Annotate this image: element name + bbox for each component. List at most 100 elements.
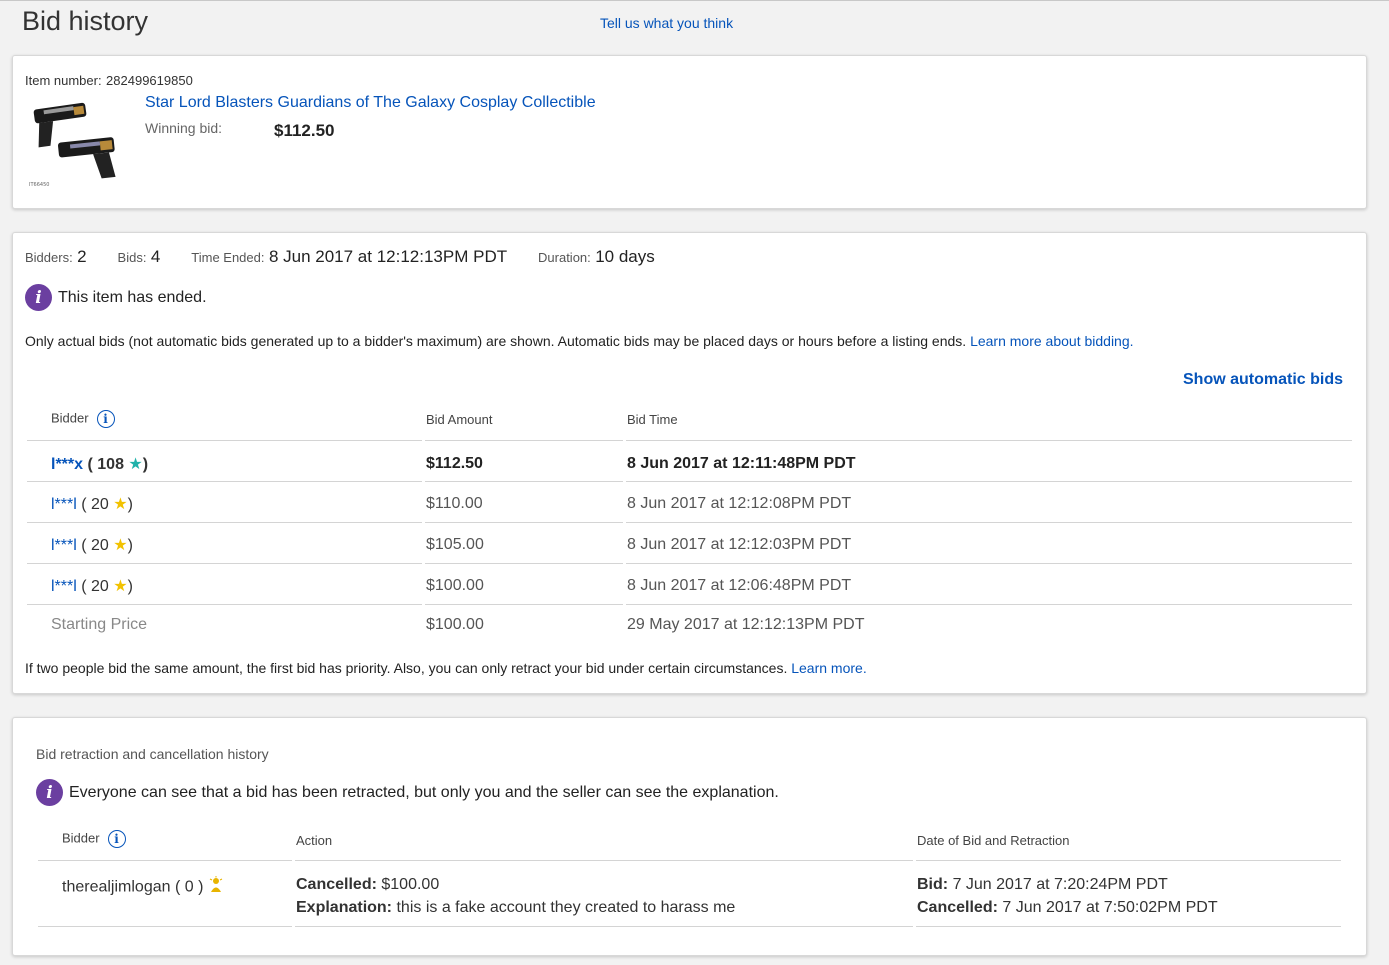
date-header: Date of Bid and Retraction <box>917 833 1070 848</box>
priority-note: If two people bid the same amount, the f… <box>25 660 867 676</box>
column-separator <box>623 393 626 605</box>
gold-star-icon: ★ <box>113 537 128 554</box>
feedback-score-link[interactable]: 108 <box>97 456 124 473</box>
item-number: Item number: 282499619850 <box>25 72 193 90</box>
feedback-close: ) <box>142 456 149 473</box>
top-border <box>0 0 1389 1</box>
retraction-bidder: therealjimlogan ( 0 ) <box>62 876 224 899</box>
bid-amount: $100.00 <box>426 577 484 594</box>
starting-price-time: 29 May 2017 at 12:12:13PM PDT <box>627 616 865 633</box>
bid-time: 8 Jun 2017 at 12:11:48PM PDT <box>627 455 856 472</box>
learn-more-bidding-link[interactable]: Learn more about bidding. <box>970 333 1133 349</box>
feedback-score-link[interactable]: 20 <box>91 537 109 554</box>
starting-price-amount: $100.00 <box>426 616 484 633</box>
bid-time: 8 Jun 2017 at 12:12:03PM PDT <box>627 536 852 553</box>
bidder-info-icon[interactable]: i <box>107 830 126 848</box>
bid-amount-header: Bid Amount <box>426 412 493 427</box>
explanation-label: Explanation: <box>296 899 393 916</box>
action-header: Action <box>296 833 333 848</box>
new-user-icon <box>208 876 224 899</box>
info-icon: i <box>36 779 63 806</box>
item-card: Item number: 282499619850 IT66450 Star L… <box>12 55 1367 209</box>
divider <box>27 563 1352 564</box>
cancelled-date: Cancelled: 7 Jun 2017 at 7:50:02PM PDT <box>917 899 1218 917</box>
bid-amount: $110.00 <box>426 495 483 512</box>
feedback-close: ) <box>127 578 133 595</box>
info-icon: i <box>25 284 52 311</box>
feedback-open: ( <box>87 456 93 473</box>
retraction-feedback-score[interactable]: ( 0 ) <box>175 879 203 896</box>
svg-text:IT66450: IT66450 <box>29 182 49 188</box>
priority-text: If two people bid the same amount, the f… <box>25 660 788 676</box>
bidder-link[interactable]: l***l <box>51 578 77 595</box>
time-ended-label: Time Ended: <box>191 250 265 265</box>
duration-value: 10 days <box>595 247 655 266</box>
feedback-close: ) <box>127 537 133 554</box>
bidder-link[interactable]: l***l <box>51 537 77 554</box>
table-row-bidder: l***x ( 108 ★) <box>51 454 148 474</box>
retraction-bidder-header-label: Bidder <box>62 830 100 846</box>
cancelled-date-label: Cancelled: <box>917 899 998 916</box>
bidder-header-label: Bidder <box>51 410 89 426</box>
divider <box>27 604 1352 605</box>
gold-star-icon: ★ <box>113 496 128 513</box>
feedback-score-link[interactable]: 20 <box>91 496 109 513</box>
winning-bid-value: $112.50 <box>274 121 335 140</box>
show-automatic-bids-link[interactable]: Show automatic bids <box>1183 371 1343 389</box>
item-thumbnail[interactable]: IT66450 <box>27 94 121 190</box>
item-number-value: 282499619850 <box>106 73 193 88</box>
bid-time: 8 Jun 2017 at 12:06:48PM PDT <box>627 577 852 594</box>
bidder-link[interactable]: l***l <box>51 496 77 513</box>
bids-count: 4 <box>150 247 161 266</box>
item-title-link[interactable]: Star Lord Blasters Guardians of The Gala… <box>145 94 596 112</box>
ended-notice: This item has ended. <box>58 289 207 306</box>
feedback-link[interactable]: Tell us what you think <box>600 15 733 31</box>
feedback-open: ( <box>81 537 87 554</box>
cancelled-label: Cancelled: <box>296 876 377 893</box>
bidder-link[interactable]: l***x <box>51 456 83 473</box>
bids-card: Bidders: 2 Bids: 4 Time Ended: 8 Jun 201… <box>12 232 1367 694</box>
bidder-info-icon[interactable]: i <box>96 410 115 428</box>
summary-bar: Bidders: 2 Bids: 4 Time Ended: 8 Jun 201… <box>25 247 655 267</box>
cancelled-date-value: 7 Jun 2017 at 7:50:02PM PDT <box>1002 899 1218 916</box>
divider <box>27 481 1352 482</box>
bid-amount: $105.00 <box>426 536 484 553</box>
table-row-bidder: l***l ( 20 ★) <box>51 494 133 514</box>
feedback-score-link[interactable]: 20 <box>91 578 109 595</box>
item-number-label: Item number: <box>25 73 102 88</box>
winning-bid-label: Winning bid: <box>145 120 223 136</box>
retraction-title: Bid retraction and cancellation history <box>36 746 269 762</box>
table-row-bidder: l***l ( 20 ★) <box>51 576 133 596</box>
bidders-count: 2 <box>77 247 87 266</box>
feedback-open: ( <box>81 578 87 595</box>
column-separator <box>292 818 295 928</box>
actual-bids-text: Only actual bids (not automatic bids gen… <box>25 333 967 349</box>
teal-star-icon: ★ <box>128 456 143 473</box>
feedback-open: ( <box>81 496 87 513</box>
cancelled-amount: $100.00 <box>381 876 440 893</box>
bid-time-header: Bid Time <box>627 412 678 427</box>
starting-price-label: Starting Price <box>51 616 148 633</box>
divider <box>38 926 1341 927</box>
bid-date-label: Bid: <box>917 876 949 893</box>
actual-bids-note: Only actual bids (not automatic bids gen… <box>25 333 1134 349</box>
bid-amount: $112.50 <box>426 455 483 472</box>
toy-blaster-icon: IT66450 <box>27 94 121 190</box>
bid-date: Bid: 7 Jun 2017 at 7:20:24PM PDT <box>917 876 1168 894</box>
explanation-action: Explanation: this is a fake account they… <box>296 899 735 917</box>
bid-time: 8 Jun 2017 at 12:12:08PM PDT <box>627 495 852 512</box>
divider <box>27 522 1352 523</box>
retraction-bidder-name[interactable]: therealjimlogan <box>62 879 171 896</box>
cancelled-action: Cancelled: $100.00 <box>296 876 439 894</box>
retraction-bidder-header: Bidder i <box>62 830 126 848</box>
bidder-header: Bidder i <box>51 410 115 428</box>
time-ended-value: 8 Jun 2017 at 12:12:13PM PDT <box>268 247 508 266</box>
column-separator <box>422 393 425 605</box>
learn-more-link[interactable]: Learn more. <box>791 660 866 676</box>
duration-label: Duration: <box>538 250 591 265</box>
table-row-bidder: l***l ( 20 ★) <box>51 535 133 555</box>
feedback-close: ) <box>127 496 133 513</box>
explanation-text: this is a fake account they created to h… <box>396 899 736 916</box>
column-separator <box>913 818 916 928</box>
divider <box>27 440 1352 441</box>
